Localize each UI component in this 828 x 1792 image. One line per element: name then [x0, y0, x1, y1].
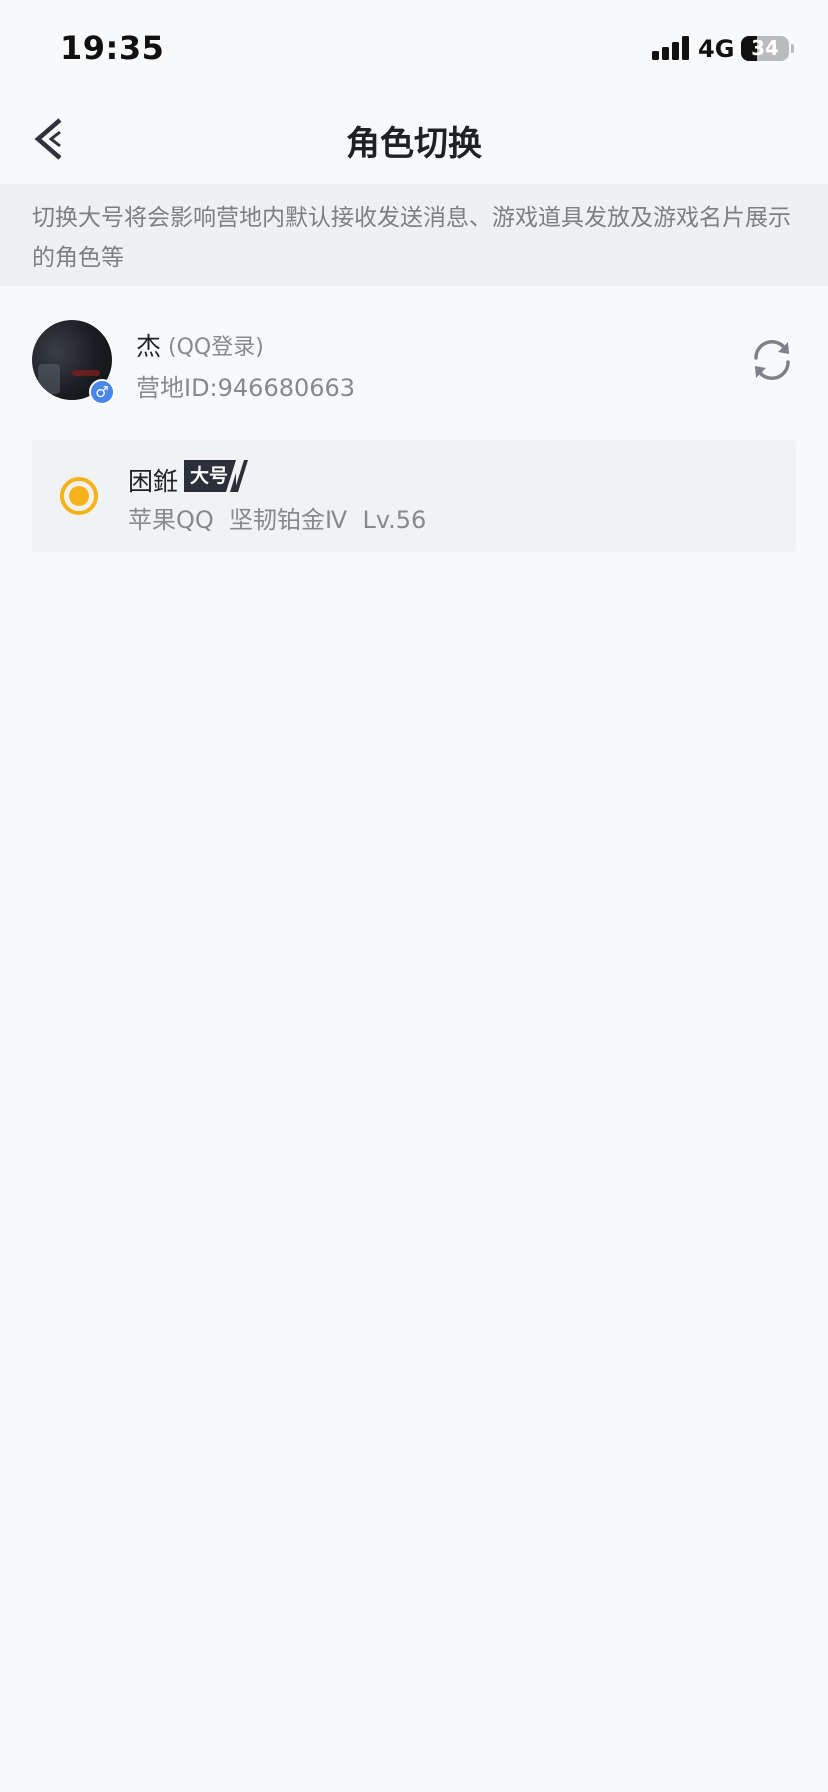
account-row: ♂ 杰 (QQ登录) 营地ID:946680663 [0, 286, 828, 434]
battery-icon: 34 [741, 36, 789, 61]
role-name: 困銋 [128, 467, 179, 496]
battery-percent: 34 [751, 36, 779, 60]
camp-id: 营地ID:946680663 [136, 374, 356, 402]
page-title: 角色切换 [346, 124, 482, 164]
nav-bar: 角色切换 [0, 92, 828, 184]
status-time: 19:35 [60, 29, 165, 67]
notice-banner: 切换大号将会影响营地内默认接收发送消息、游戏道具发放及游戏名片展示的角色等 [0, 184, 828, 286]
status-bar: 19:35 4G 34 [0, 0, 828, 92]
role-info: 苹果QQ 坚韧铂金Ⅳ Lv.56 [128, 506, 427, 534]
battery-nub [791, 44, 794, 53]
refresh-button[interactable] [748, 336, 796, 384]
network-type: 4G [698, 35, 735, 63]
cellular-signal-icon [652, 36, 692, 60]
badge-label: 大号 [190, 465, 229, 487]
account-name: 杰 [136, 332, 162, 361]
refresh-icon [754, 340, 790, 380]
role-card[interactable]: 困銋 大号 苹果QQ 坚韧铂金Ⅳ Lv.56 [32, 440, 796, 552]
radio-selected-icon[interactable] [59, 476, 99, 516]
male-icon: ♂ [89, 379, 115, 405]
notice-text: 切换大号将会影响营地内默认接收发送消息、游戏道具发放及游戏名片展示的角色等 [32, 205, 791, 271]
account-login-type: (QQ登录) [168, 335, 264, 360]
main-account-badge: 大号 [184, 460, 256, 492]
